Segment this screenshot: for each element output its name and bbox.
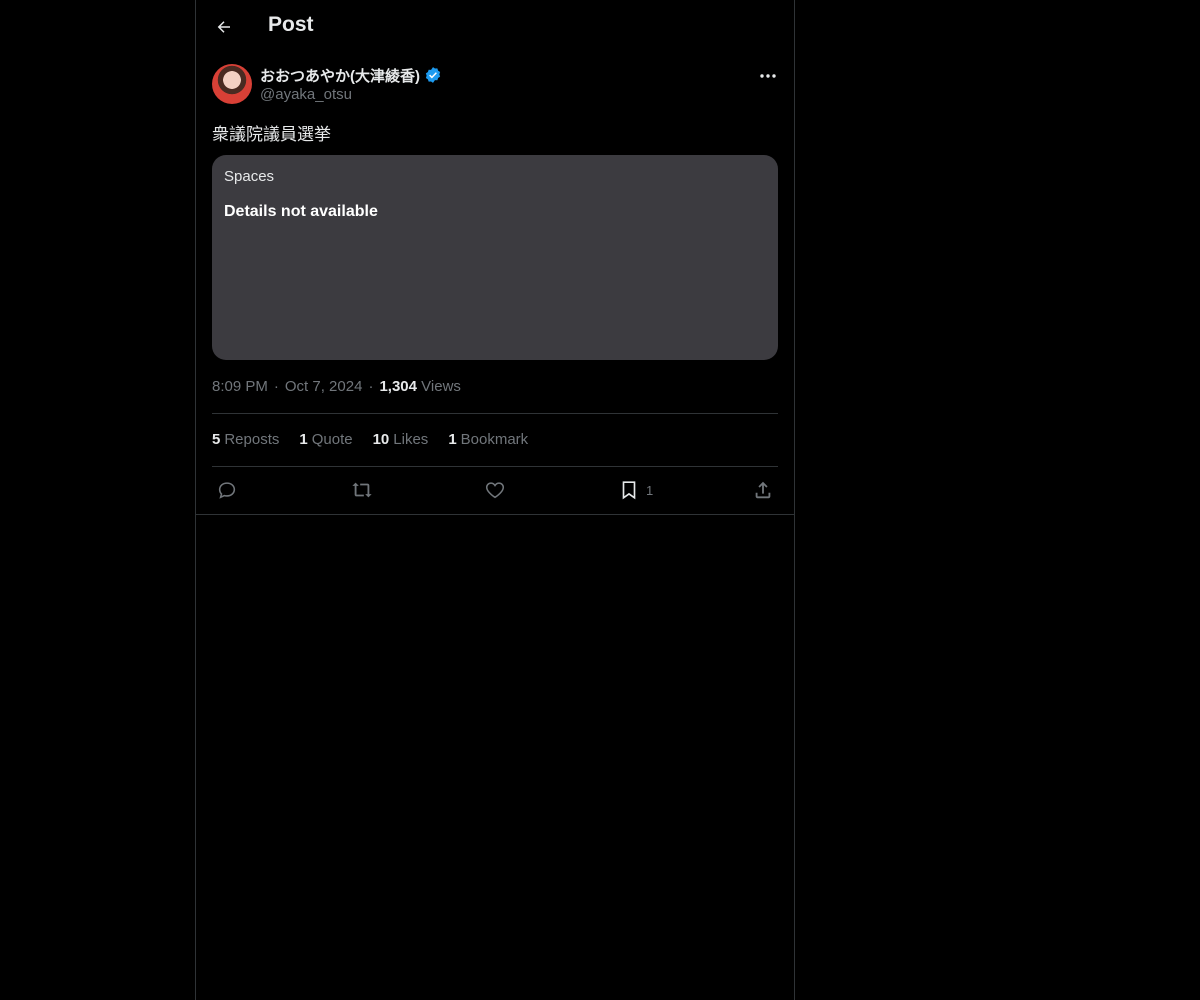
page-title: Post (268, 13, 314, 36)
post-meta: 8:09 PM · Oct 7, 2024 · 1,304 Views (212, 378, 461, 395)
repost-icon (350, 479, 374, 501)
more-options-button[interactable] (754, 64, 782, 88)
likes-count: 10 (372, 431, 390, 448)
more-horizontal-icon (760, 73, 776, 79)
meta-separator: · (368, 378, 374, 395)
bookmark-button[interactable]: 1 (618, 477, 653, 503)
meta-separator: · (273, 378, 279, 395)
arrow-left-icon (215, 18, 233, 36)
quotes-stat[interactable]: 1 Quote (299, 431, 352, 448)
verified-badge-icon (424, 66, 442, 84)
reposts-count: 5 (212, 431, 221, 448)
bookmarks-label: Bookmark (460, 431, 529, 448)
bookmarks-stat[interactable]: 1 Bookmark (448, 431, 528, 448)
back-button[interactable] (206, 9, 242, 45)
action-bar: 1 (196, 467, 794, 514)
quotes-label: Quote (311, 431, 353, 448)
post-column: Post おおつあやか(大津綾香) @ayaka_otsu 衆議院議員選挙 Sp… (195, 0, 795, 1000)
share-button[interactable] (752, 477, 774, 503)
divider (212, 413, 778, 414)
spaces-card[interactable]: Spaces Details not available (212, 155, 778, 360)
post-time[interactable]: 8:09 PM (212, 378, 268, 395)
bookmarks-count: 1 (448, 431, 457, 448)
reposts-stat[interactable]: 5 Reposts (212, 431, 279, 448)
author-info: おおつあやか(大津綾香) @ayaka_otsu (260, 64, 442, 103)
author-display-name[interactable]: おおつあやか(大津綾香) (260, 65, 420, 86)
quotes-count: 1 (299, 431, 308, 448)
post-bottom-border (196, 514, 794, 515)
engagement-stats: 5 Reposts 1 Quote 10 Likes 1 Bookmark (212, 431, 528, 448)
like-button[interactable] (484, 477, 506, 503)
post-date[interactable]: Oct 7, 2024 (285, 378, 363, 395)
likes-stat[interactable]: 10 Likes (373, 431, 429, 448)
post-header: Post (196, 0, 794, 54)
spaces-detail: Details not available (224, 203, 378, 220)
spaces-label: Spaces (224, 168, 275, 185)
post-text: 衆議院議員選挙 (212, 125, 331, 144)
share-icon (752, 479, 774, 501)
bookmark-action-count: 1 (646, 482, 654, 498)
repost-button[interactable] (350, 477, 374, 503)
reply-button[interactable] (216, 477, 238, 503)
views-count: 1,304 (379, 378, 417, 395)
views-label: Views (421, 378, 461, 395)
reply-icon (216, 479, 238, 501)
likes-label: Likes (393, 431, 429, 448)
heart-icon (484, 479, 506, 501)
avatar[interactable] (212, 64, 252, 104)
reposts-label: Reposts (224, 431, 280, 448)
bookmark-icon (618, 479, 640, 501)
author-handle[interactable]: @ayaka_otsu (260, 86, 442, 103)
